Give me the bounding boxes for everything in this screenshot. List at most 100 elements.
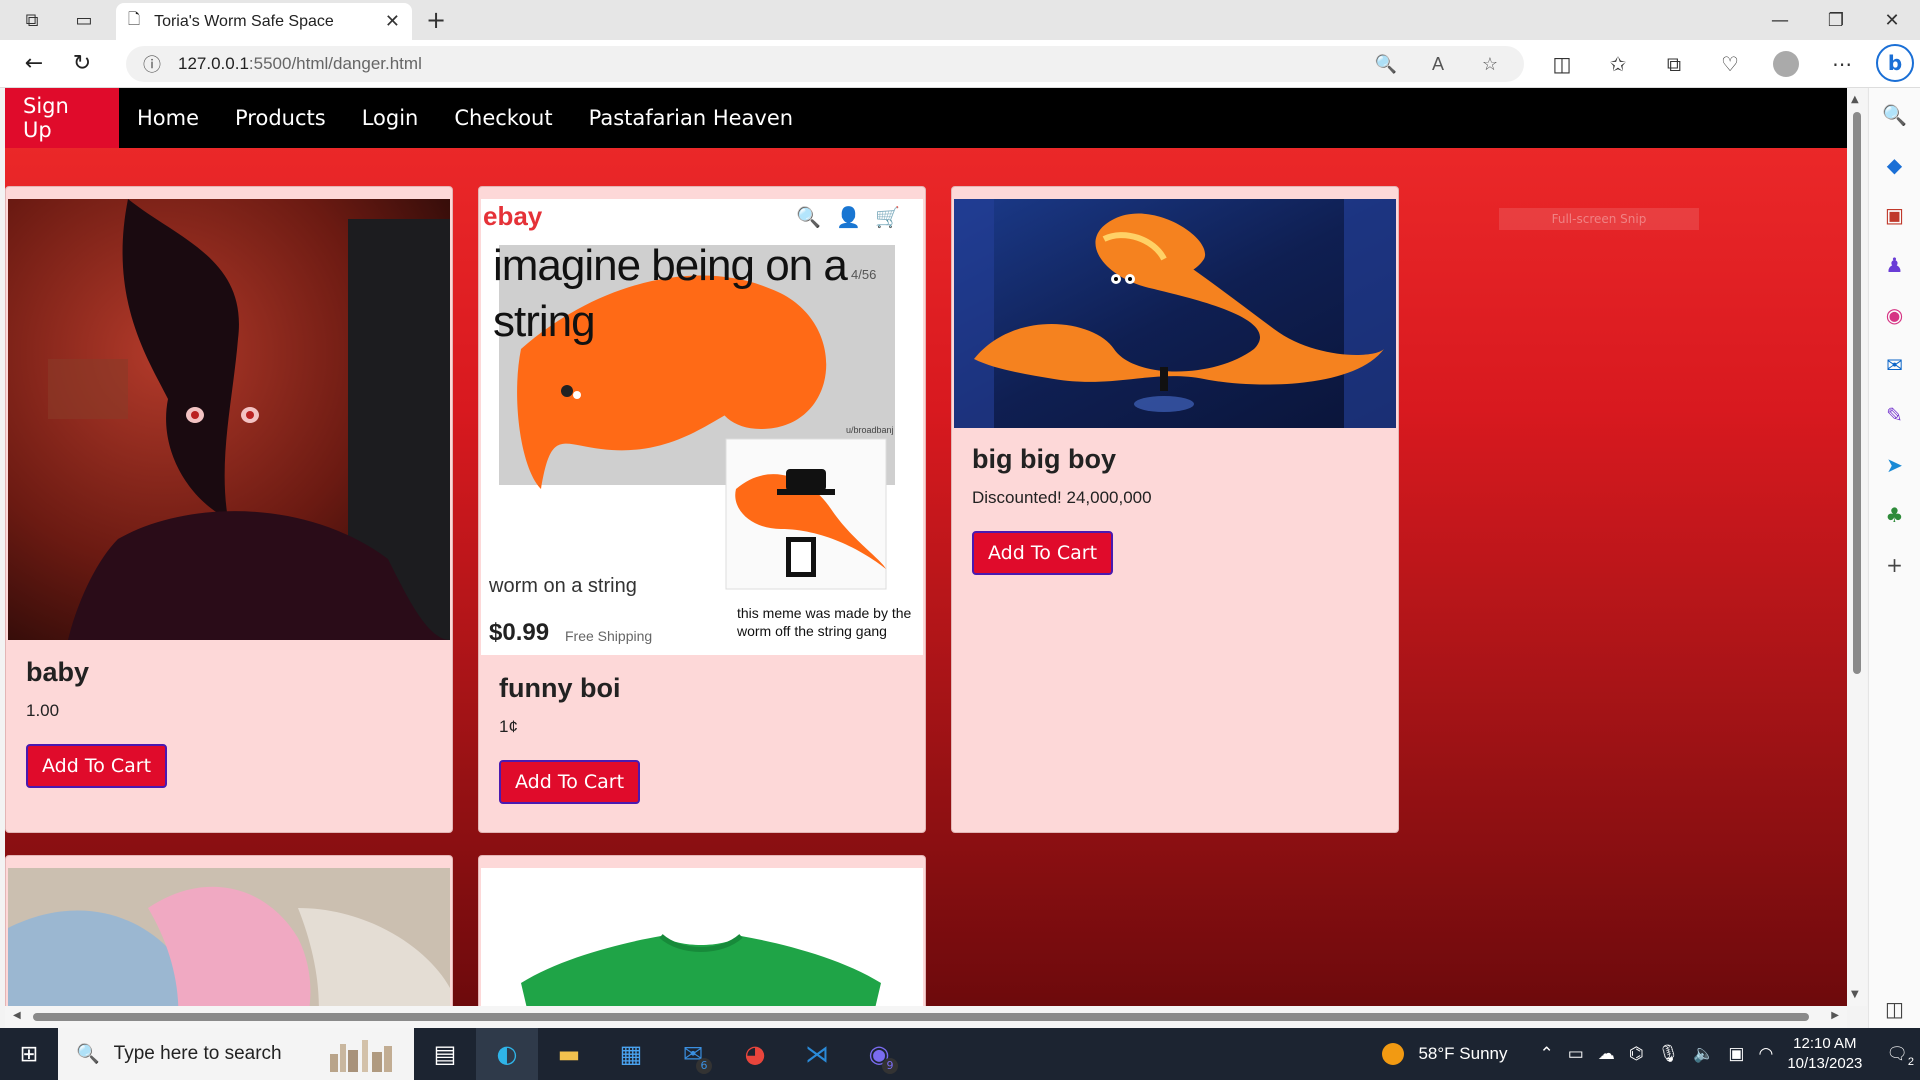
sidebar-shopping-icon[interactable]: ◆: [1881, 152, 1909, 178]
meme-price: $0.99: [489, 619, 550, 646]
collections-icon[interactable]: ⧉: [1646, 52, 1702, 76]
nav-checkout[interactable]: Checkout: [436, 88, 570, 148]
refresh-button[interactable]: ↻: [58, 40, 106, 88]
minimize-button[interactable]: —: [1752, 0, 1808, 40]
mail-badge: 6: [696, 1058, 712, 1074]
address-toolbar: ← ↻ ⓘ 127.0.0.1:5500/html/danger.html 🔍 …: [0, 40, 1920, 88]
close-window-button[interactable]: ✕: [1864, 0, 1920, 40]
weather-sun-icon[interactable]: [1382, 1043, 1405, 1065]
sidebar-tools-icon[interactable]: ▣: [1881, 202, 1909, 228]
windows-taskbar: ⊞ 🔍 Type here to search ▤ ◐ ▬ ▦ ✉ 6 ◕ ⋊ ◉…: [0, 1028, 1920, 1080]
scroll-right-arrow-icon[interactable]: ▶: [1831, 1010, 1839, 1021]
task-view-icon[interactable]: ▤: [414, 1028, 476, 1080]
meme-shipping: Free Shipping: [565, 628, 653, 644]
product-card: [478, 855, 926, 1006]
new-tab-button[interactable]: +: [420, 4, 452, 36]
sidebar-hide-icon[interactable]: ◫: [1881, 996, 1909, 1022]
vertical-scroll-thumb[interactable]: [1853, 112, 1861, 674]
split-screen-icon[interactable]: ◫: [1534, 52, 1590, 76]
product-image: ebay 🔍 👤 🛒 imagine being on a string 4/5…: [481, 199, 923, 655]
workspaces-icon[interactable]: ⧉: [12, 0, 52, 40]
favorites-icon[interactable]: ✩: [1590, 52, 1646, 76]
snip-overlay-label: Full-screen Snip: [1499, 208, 1699, 230]
profile-avatar[interactable]: [1773, 51, 1799, 77]
scroll-left-arrow-icon[interactable]: ◀: [13, 1010, 21, 1021]
back-button[interactable]: ←: [10, 40, 58, 88]
sidebar-add-icon[interactable]: +: [1881, 552, 1909, 578]
nav-products[interactable]: Products: [217, 88, 344, 148]
notifications-icon[interactable]: 🗨 2: [1886, 1044, 1914, 1068]
sidebar-office-icon[interactable]: ◉: [1881, 302, 1909, 328]
meme-counter: 4/56: [851, 267, 877, 282]
meme-credit-line2: worm off the string gang: [737, 623, 887, 639]
battery-icon[interactable]: ▭: [1568, 1044, 1584, 1064]
product-price: 1.00: [26, 701, 60, 720]
more-menu-icon[interactable]: ⋯: [1814, 52, 1870, 76]
nav-pastafarian-heaven[interactable]: Pastafarian Heaven: [571, 88, 811, 148]
meet-now-icon[interactable]: ⌬: [1629, 1044, 1644, 1064]
scroll-up-arrow-icon[interactable]: ▲: [1851, 94, 1859, 105]
wifi-icon[interactable]: ◠: [1758, 1044, 1773, 1064]
microphone-icon[interactable]: 🎙: [1658, 1044, 1680, 1064]
maximize-button[interactable]: ❐: [1808, 0, 1864, 40]
zoom-icon[interactable]: 🔍: [1368, 54, 1404, 75]
nav-login[interactable]: Login: [344, 88, 437, 148]
sidebar-games-icon[interactable]: ♟: [1881, 252, 1909, 278]
address-bar[interactable]: ⓘ 127.0.0.1:5500/html/danger.html 🔍 A ☆: [126, 46, 1524, 82]
nav-sign-up[interactable]: Sign Up: [5, 88, 119, 148]
display-icon[interactable]: ▣: [1728, 1044, 1744, 1064]
tray-chevron-icon[interactable]: ⌃: [1540, 1044, 1554, 1064]
onedrive-icon[interactable]: ☁: [1598, 1044, 1615, 1064]
taskbar-search[interactable]: 🔍 Type here to search: [58, 1028, 414, 1080]
url-host: 127.0.0.1: [178, 54, 249, 73]
product-card: [5, 855, 453, 1006]
vertical-scrollbar[interactable]: ▲ ▼: [1847, 88, 1867, 1006]
notification-count: 2: [1907, 1056, 1914, 1068]
horizontal-scroll-thumb[interactable]: [33, 1013, 1809, 1021]
vscode-icon[interactable]: ⋊: [786, 1028, 848, 1080]
meme-search-icon: 🔍: [796, 205, 821, 229]
weather-text[interactable]: 58°F Sunny: [1418, 1044, 1507, 1064]
horizontal-scrollbar[interactable]: ◀ ▶: [5, 1006, 1847, 1028]
scroll-down-arrow-icon[interactable]: ▼: [1851, 989, 1859, 1000]
sidebar-search-icon[interactable]: 🔍: [1881, 102, 1909, 128]
bing-chat-icon[interactable]: b: [1876, 44, 1914, 82]
edge-app-icon[interactable]: ◐: [476, 1028, 538, 1080]
browser-essentials-icon[interactable]: ♡: [1702, 52, 1758, 76]
ebay-logo-text: ebay: [483, 201, 543, 231]
mail-icon[interactable]: ✉ 6: [662, 1028, 724, 1080]
product-card: ebay 🔍 👤 🛒 imagine being on a string 4/5…: [478, 186, 926, 833]
sidebar-send-icon[interactable]: ➤: [1881, 452, 1909, 478]
add-to-cart-button[interactable]: Add To Cart: [972, 531, 1114, 575]
product-card: big big boy Discounted! 24,000,000 Add T…: [951, 186, 1399, 833]
sidebar-tree-icon[interactable]: ♣: [1881, 502, 1909, 528]
nav-home[interactable]: Home: [119, 88, 217, 148]
meme-watermark: u/broadbanj: [846, 425, 894, 435]
page-viewport: Sign Up Home Products Login Checkout Pas…: [5, 88, 1847, 1006]
clock[interactable]: 12:10 AM 10/13/2023: [1787, 1034, 1862, 1074]
product-price: 1¢: [499, 717, 518, 736]
product-price: Discounted! 24,000,000: [972, 488, 1152, 507]
product-card: baby 1.00 Add To Cart: [5, 186, 453, 833]
add-to-cart-button[interactable]: Add To Cart: [499, 760, 641, 804]
tab-actions-icon[interactable]: ▭: [64, 0, 104, 40]
file-explorer-icon[interactable]: ▬: [538, 1028, 600, 1080]
meme-credit-line1: this meme was made by the: [737, 605, 912, 621]
city-skyline-icon: [330, 1040, 392, 1072]
close-tab-icon[interactable]: ✕: [385, 11, 400, 32]
read-aloud-icon[interactable]: A: [1420, 54, 1456, 75]
url-path: :5500/html/danger.html: [248, 54, 422, 73]
favorite-star-icon[interactable]: ☆: [1472, 54, 1508, 75]
chrome-icon[interactable]: ◕: [724, 1028, 786, 1080]
volume-icon[interactable]: 🔈: [1693, 1044, 1714, 1064]
start-button-icon[interactable]: ⊞: [0, 1028, 58, 1080]
store-icon[interactable]: ▦: [600, 1028, 662, 1080]
discord-icon[interactable]: ◉ 9: [848, 1028, 910, 1080]
sidebar-designer-icon[interactable]: ✎: [1881, 402, 1909, 428]
add-to-cart-button[interactable]: Add To Cart: [26, 744, 168, 788]
sidebar-outlook-icon[interactable]: ✉: [1881, 352, 1909, 378]
site-info-icon[interactable]: ⓘ: [142, 51, 162, 77]
browser-tab[interactable]: 🗋 Toria's Worm Safe Space ✕: [116, 3, 412, 40]
tab-title: Toria's Worm Safe Space: [154, 12, 334, 30]
product-name: big big boy: [972, 444, 1116, 474]
